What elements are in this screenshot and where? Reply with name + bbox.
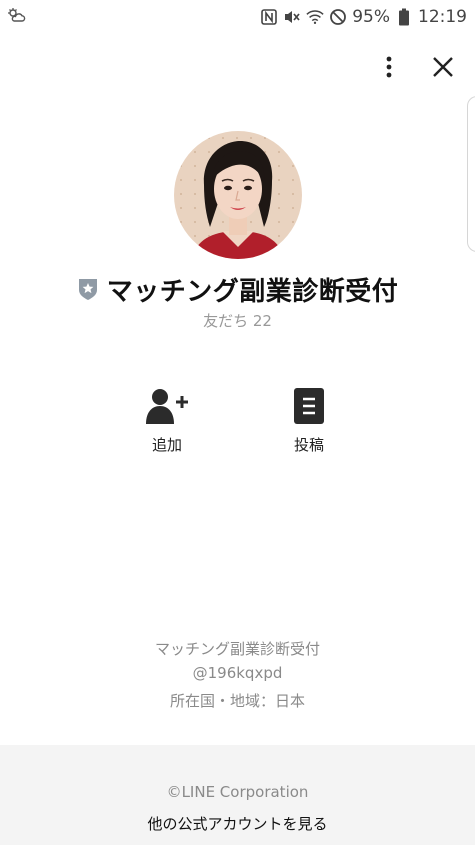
more-official-accounts-link[interactable]: 他の公式アカウントを見る [0, 813, 475, 834]
battery-percent: 95% [352, 7, 390, 27]
clock: 12:19 [418, 7, 467, 27]
wifi-icon [306, 8, 324, 26]
post-document-icon [293, 387, 325, 429]
posts-button[interactable]: 投稿 [259, 388, 359, 455]
add-friend-label: 追加 [151, 436, 182, 454]
profile-avatar[interactable] [174, 131, 302, 259]
footer: ©LINE Corporation 他の公式アカウントを見る [0, 745, 475, 845]
vibrate-mute-icon [283, 8, 301, 26]
info-account-name: マッチング副業診断受付 [154, 640, 320, 658]
more-vertical-icon [386, 56, 392, 82]
copyright-text: ©LINE Corporation [166, 783, 309, 801]
add-friend-button[interactable]: 追加 [117, 388, 217, 455]
status-left [6, 7, 26, 27]
account-name: マッチング副業診断受付 [106, 276, 399, 307]
close-button[interactable] [428, 54, 458, 84]
info-account-id: @196kqxpd [192, 664, 283, 682]
close-icon [432, 56, 454, 82]
account-title-row: マッチング副業診断受付 [0, 270, 475, 308]
weather-cloud-icon [6, 7, 26, 27]
friends-count[interactable]: 友だち 22 [0, 310, 475, 331]
add-friend-icon-wrap [117, 388, 217, 428]
status-right: 95% 12:19 [260, 7, 467, 27]
do-not-disturb-icon [329, 8, 347, 26]
side-panel-handle[interactable] [467, 96, 475, 252]
status-bar: 95% 12:19 [0, 0, 475, 34]
add-person-icon [146, 388, 188, 428]
info-region: 所在国・地域：日本 [169, 692, 305, 710]
posts-label: 投稿 [293, 436, 324, 454]
posts-icon-wrap [259, 388, 359, 428]
verified-star-badge-icon [77, 277, 99, 301]
nfc-icon [260, 8, 278, 26]
battery-icon [395, 8, 413, 26]
more-options-button[interactable] [376, 55, 402, 83]
